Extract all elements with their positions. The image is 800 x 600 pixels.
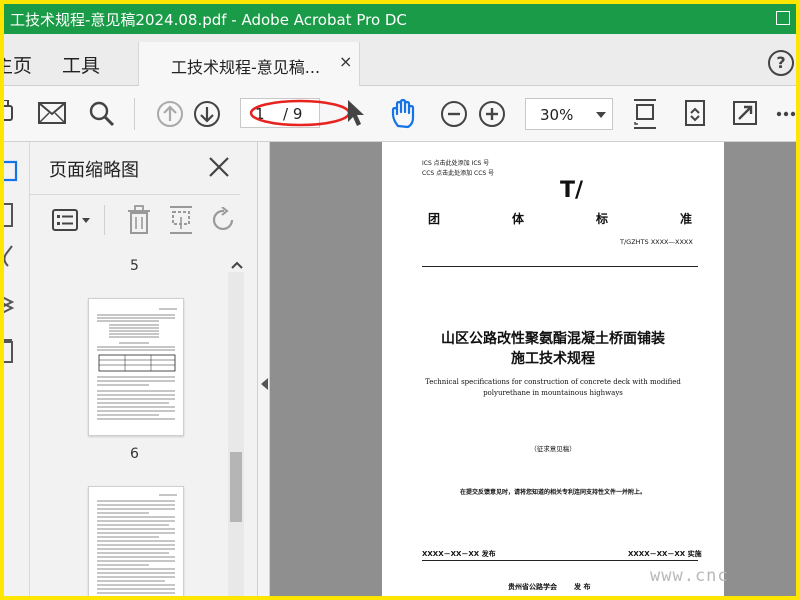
zoom-out-icon[interactable] bbox=[440, 100, 468, 128]
fit-page-icon[interactable] bbox=[632, 98, 658, 130]
panel-title: 页面缩略图 bbox=[49, 160, 139, 181]
document-tab-label: 工技术规程-意见稿... bbox=[171, 58, 321, 77]
email-icon[interactable] bbox=[38, 102, 66, 124]
implementation-date: XXXX－XX－XX 实施 bbox=[628, 550, 702, 558]
layers-icon[interactable] bbox=[4, 292, 24, 318]
thumbnail-page[interactable] bbox=[88, 486, 184, 596]
header-rule bbox=[422, 266, 698, 267]
attachments-icon[interactable] bbox=[4, 242, 24, 268]
zoom-value: 30% bbox=[540, 106, 574, 124]
page-thumbnails-panel: 页面缩略图 5 6 bbox=[30, 142, 258, 596]
window-title: 工技术规程-意见稿2024.08.pdf - Adobe Acrobat Pro… bbox=[10, 11, 407, 29]
tab-close-icon[interactable]: × bbox=[339, 52, 352, 71]
standard-type-char: 准 bbox=[680, 212, 693, 226]
tools-menu[interactable]: 工具 bbox=[62, 51, 100, 78]
draft-note: （征求意见稿） bbox=[530, 445, 576, 453]
print-icon[interactable] bbox=[4, 100, 14, 126]
title-en-line1: Technical specifications for constructio… bbox=[425, 378, 681, 386]
submit-note: 在提交反馈意见时，请将您知道的相关专利连同支持性文件一并附上。 bbox=[459, 489, 646, 496]
standard-mark: T/ bbox=[560, 178, 584, 203]
acrobat-window: 工技术规程-意见稿2024.08.pdf - Adobe Acrobat Pro… bbox=[4, 4, 796, 596]
previous-page-icon[interactable] bbox=[156, 100, 184, 128]
scroll-up-icon[interactable] bbox=[230, 260, 244, 270]
zoom-in-icon[interactable] bbox=[478, 100, 506, 128]
standard-type-char: 标 bbox=[596, 212, 609, 226]
tab-bar: 主页 工具 工技术规程-意见稿... × ? bbox=[4, 34, 796, 86]
footer-rule bbox=[422, 560, 698, 561]
thumbnail-scrollbar[interactable] bbox=[228, 272, 244, 596]
delete-page-icon[interactable] bbox=[126, 205, 152, 235]
extract-page-icon[interactable] bbox=[168, 205, 194, 235]
standard-type-char: 团 bbox=[428, 212, 441, 226]
close-icon[interactable] bbox=[208, 156, 230, 178]
navigation-rail bbox=[4, 142, 30, 596]
toolbar-separator bbox=[104, 205, 105, 235]
title-en-line2: polyurethane in mountainous highways bbox=[483, 389, 623, 397]
select-pointer-icon[interactable] bbox=[344, 98, 368, 128]
help-icon[interactable]: ? bbox=[768, 50, 794, 76]
watermark-text: www.cnc bbox=[650, 566, 729, 586]
rotate-page-icon[interactable] bbox=[210, 207, 238, 233]
maximize-button[interactable] bbox=[776, 11, 790, 25]
next-page-icon[interactable] bbox=[193, 100, 221, 128]
chevron-left-icon bbox=[261, 378, 268, 390]
title-zh-line1: 山区公路改性聚氨酯混凝土桥面铺装 bbox=[441, 331, 665, 347]
home-menu[interactable]: 主页 bbox=[4, 51, 32, 78]
bookmarks-icon[interactable] bbox=[4, 202, 24, 228]
thumbnail-page-label: 6 bbox=[130, 446, 139, 462]
search-icon[interactable] bbox=[88, 100, 116, 128]
document-tab[interactable]: 工技术规程-意见稿... × bbox=[138, 42, 360, 86]
more-icon[interactable] bbox=[776, 110, 796, 118]
panel-collapse-handle[interactable] bbox=[258, 142, 270, 596]
hand-tool-icon[interactable] bbox=[390, 98, 418, 130]
title-zh-line2: 施工技术规程 bbox=[511, 351, 595, 367]
chevron-down-icon bbox=[596, 112, 606, 118]
highlight-circle-annotation bbox=[249, 99, 351, 127]
document-page: ICS 点击此处添加 ICS 号 CCS 点击此处添加 CCS 号 T/ 团 体… bbox=[382, 142, 724, 596]
standard-type-char: 体 bbox=[512, 212, 525, 226]
scrollbar-thumb[interactable] bbox=[230, 452, 242, 522]
thumbnail-list: 5 6 bbox=[30, 244, 230, 596]
page-preview bbox=[97, 308, 177, 420]
ccs-line: CCS 点击此处添加 CCS 号 bbox=[422, 170, 495, 177]
full-screen-icon[interactable] bbox=[732, 100, 758, 126]
release-date: XXXX－XX－XX 发布 bbox=[422, 550, 496, 558]
ics-line: ICS 点击此处添加 ICS 号 bbox=[422, 160, 490, 167]
thumbnail-page-label: 5 bbox=[130, 258, 139, 274]
main-toolbar: 1 / 9 30% bbox=[4, 86, 796, 142]
thumbnail-toolbar bbox=[30, 194, 240, 244]
options-menu-icon[interactable] bbox=[52, 209, 92, 231]
document-viewport: ICS 点击此处添加 ICS 号 CCS 点击此处添加 CCS 号 T/ 团 体… bbox=[270, 142, 796, 596]
thumbnail-page[interactable] bbox=[88, 298, 184, 436]
title-bar: 工技术规程-意见稿2024.08.pdf - Adobe Acrobat Pro… bbox=[4, 4, 796, 34]
rotate-view-icon[interactable] bbox=[682, 98, 708, 128]
standard-number: T/GZHTS XXXX—XXXX bbox=[620, 238, 693, 246]
publisher: 贵州省公路学会 发 布 bbox=[508, 583, 591, 591]
toolbar-separator bbox=[134, 98, 135, 130]
page-preview bbox=[97, 494, 177, 594]
clipboard-icon[interactable] bbox=[4, 338, 24, 364]
page-thumbnails-icon[interactable] bbox=[4, 160, 24, 182]
zoom-select[interactable]: 30% bbox=[525, 98, 613, 130]
